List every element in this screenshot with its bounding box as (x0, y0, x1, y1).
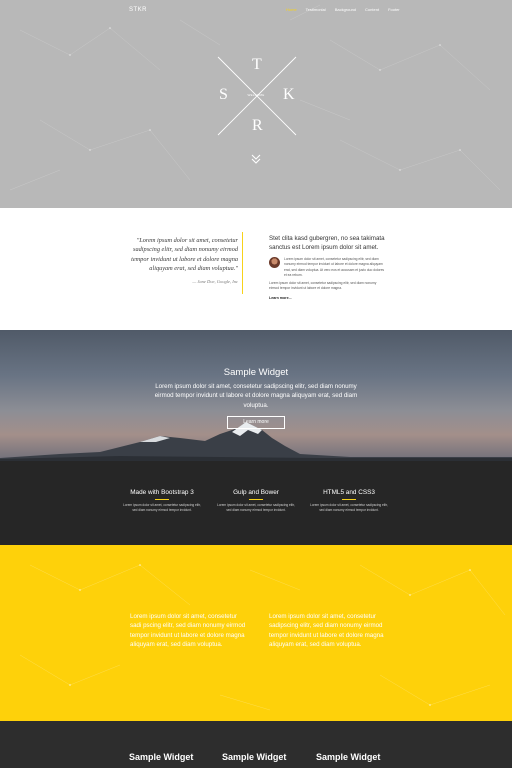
feature-divider (249, 499, 263, 500)
quote-accent-bar (242, 232, 243, 294)
blog-post: Stet clita kasd gubergren, no sea takima… (269, 234, 385, 300)
widget-title: Sample Widget (223, 367, 289, 378)
welcome-label: WELCOME (247, 93, 265, 97)
post-title: Stet clita kasd gubergren, no sea takima… (269, 235, 385, 251)
feature-title: Gulp and Bower (233, 489, 279, 496)
post-body-secondary: Lorem ipsum dolor sit amet, consetetur s… (269, 281, 377, 291)
footer-widget-title: Sample Widget (222, 752, 287, 762)
feature-divider (342, 499, 356, 500)
quote-text: "Lorem ipsum dolor sit amet, consetetur … (131, 237, 238, 272)
feature-body: Lorem ipsum dolor sit amet, consetetur s… (310, 503, 388, 513)
monogram-letter-bottom: R (252, 117, 263, 134)
features-section: Made with Bootstrap 3 Lorem ipsum dolor … (0, 461, 512, 545)
feature-divider (155, 499, 169, 500)
hero-section: STKR Home Testimonial Background Content… (0, 0, 512, 208)
content-section: Lorem ipsum dolor sit amet, consetetur s… (0, 545, 512, 721)
avatar (269, 257, 280, 268)
constellation-background (19, 563, 506, 711)
cross-lines (217, 56, 297, 136)
double-chevron-down-icon[interactable] (250, 153, 262, 165)
feature-title: HTML5 and CSS3 (323, 489, 375, 496)
learn-more-button[interactable]: Learn more (227, 416, 285, 429)
hero-monogram: T S K R WELCOME (0, 0, 512, 208)
feature-body: Lorem ipsum dolor sit amet, consetetur s… (123, 503, 201, 513)
feature-body: Lorem ipsum dolor sit amet, consetetur s… (217, 503, 295, 513)
monogram-letter-top: T (252, 56, 262, 73)
post-read-more-link[interactable]: Learn more... (269, 296, 385, 300)
footer-section: Sample Widget Sample Widget Sample Widge… (0, 721, 512, 768)
monogram-letter-left: S (219, 86, 228, 103)
footer-widget-title: Sample Widget (129, 752, 194, 762)
content-column-left: Lorem ipsum dolor sit amet, consetetur s… (130, 613, 246, 648)
post-body: Lorem ipsum dolor sit amet, consetetur s… (284, 257, 385, 277)
quote-citation: — Jane Doe, Google, Inc (192, 279, 238, 285)
feature-bootstrap: Made with Bootstrap 3 Lorem ipsum dolor … (122, 489, 202, 513)
widget-body: Lorem ipsum dolor sit amet, consetetur s… (154, 383, 358, 409)
content-column-right: Lorem ipsum dolor sit amet, consetetur s… (269, 613, 384, 648)
testimonial-quote: "Lorem ipsum dolor sit amet, consetetur … (130, 236, 238, 284)
testimonial-section: "Lorem ipsum dolor sit amet, consetetur … (0, 208, 512, 330)
footer-widget-title: Sample Widget (316, 752, 381, 762)
post-row: Lorem ipsum dolor sit amet, consetetur s… (269, 257, 385, 278)
feature-gulp: Gulp and Bower Lorem ipsum dolor sit ame… (216, 489, 296, 513)
feature-html5: HTML5 and CSS3 Lorem ipsum dolor sit ame… (309, 489, 389, 513)
feature-title: Made with Bootstrap 3 (130, 489, 194, 496)
monogram-letter-right: K (283, 86, 295, 103)
sample-widget-section: Sample Widget Lorem ipsum dolor sit amet… (0, 330, 512, 461)
